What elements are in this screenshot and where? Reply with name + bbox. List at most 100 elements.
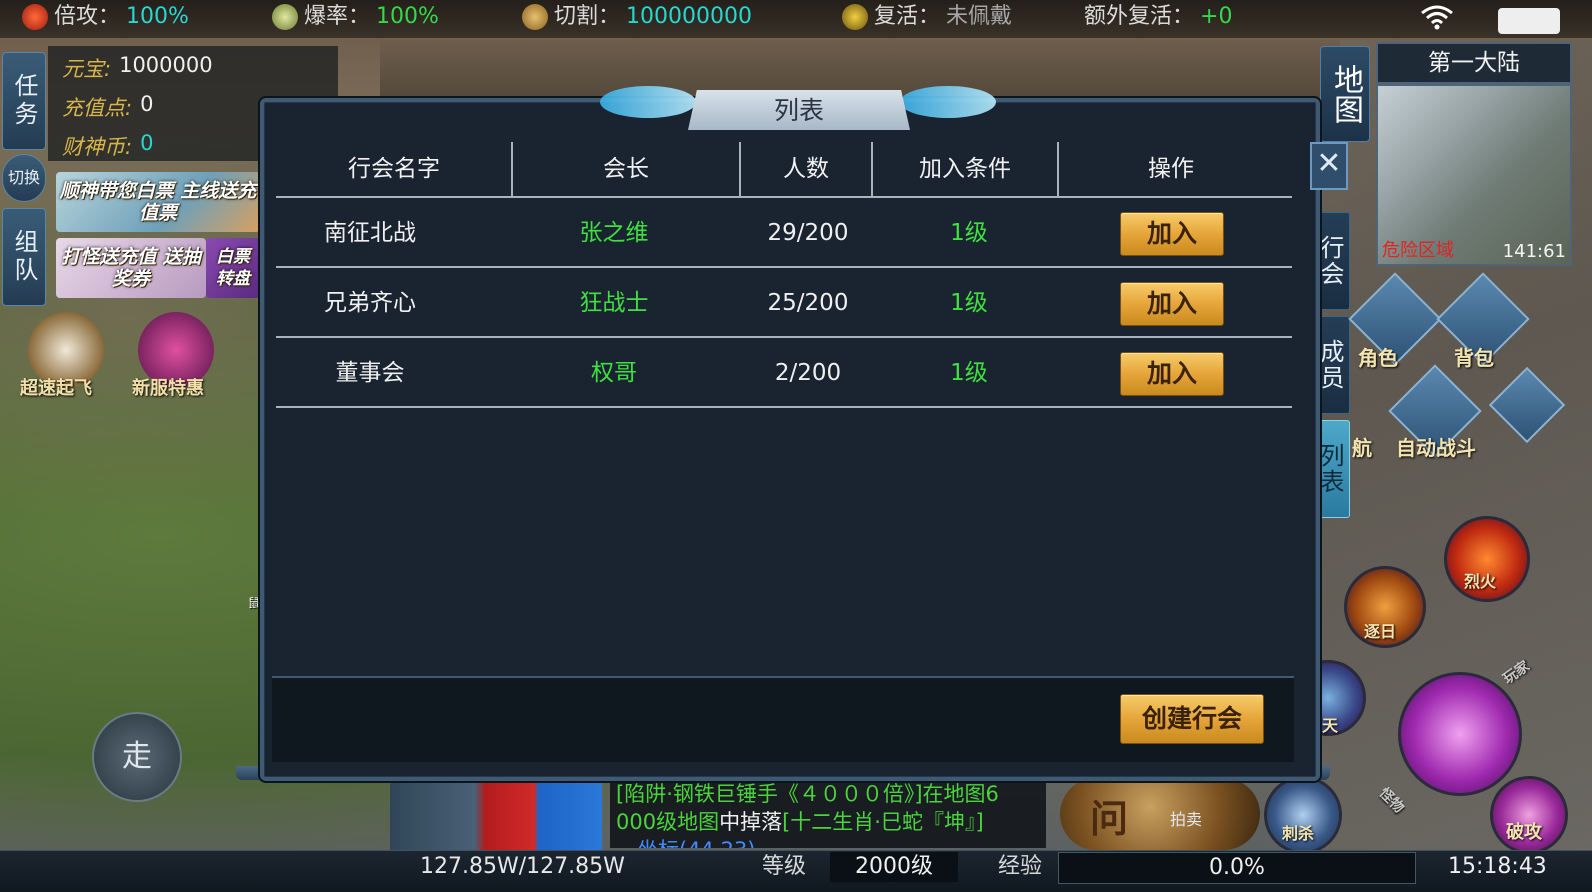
exp-bar: 0.0% xyxy=(1058,852,1416,884)
team-tab[interactable]: 组队 xyxy=(2,208,46,306)
skill-label: 烈火 xyxy=(1464,572,1497,591)
guild-member-count: 25/200 xyxy=(767,290,849,316)
cut-stat: 切割： 100000000 xyxy=(522,0,752,34)
yuanbao-value: 1000000 xyxy=(119,53,213,77)
switch-button[interactable]: 切换 xyxy=(2,154,46,202)
stat-value: 未佩戴 xyxy=(946,4,1013,29)
auction-label[interactable]: 拍卖 xyxy=(1170,806,1202,830)
wealth-label: 财神币: xyxy=(62,135,133,159)
clock: 15:18:43 xyxy=(1448,854,1547,879)
chat-line-1: [陷阱·钢铁巨锤手《４０００倍》]在地图6 xyxy=(616,782,999,806)
create-guild-button[interactable]: 创建行会 xyxy=(1120,694,1264,744)
promo-banner-recharge[interactable]: 打怪送充值 送抽奖券 xyxy=(56,238,206,298)
guild-name: 兄弟齐心 xyxy=(324,290,416,316)
close-button[interactable]: ✕ xyxy=(1310,142,1348,190)
ask-label: 问 xyxy=(1090,797,1129,841)
recharge-label: 充值点: xyxy=(62,96,133,120)
wealth-value: 0 xyxy=(140,131,154,155)
attack-icon xyxy=(22,4,48,30)
table-row: 兄弟齐心 狂战士 25/200 1级 加入 xyxy=(276,268,1292,338)
auto-fight-label: 自动战斗 xyxy=(1396,436,1476,460)
chat-coordinate-link[interactable]: 坐标(44,23) xyxy=(637,838,756,848)
guild-join-condition: 1级 xyxy=(950,360,988,386)
title-wing-right-icon xyxy=(900,86,996,118)
ask-orb[interactable]: 问 拍卖 xyxy=(1060,778,1260,850)
header-leader: 会长 xyxy=(603,156,649,182)
revive-stat: 复活： 未佩戴 xyxy=(842,0,1012,34)
stat-label: 倍攻： xyxy=(54,4,121,29)
guild-join-condition: 1级 xyxy=(950,220,988,246)
exp-label: 经验 xyxy=(998,854,1043,879)
level-value: 2000级 xyxy=(830,852,958,882)
guild-member-count: 29/200 xyxy=(767,220,849,246)
bag-label: 背包 xyxy=(1454,346,1494,370)
stat-label: 切割： xyxy=(554,4,621,29)
main-attack-icon[interactable] xyxy=(1398,672,1522,796)
guild-member-count: 2/200 xyxy=(774,360,842,386)
battery-icon xyxy=(1498,8,1560,34)
top-status-bar: 倍攻： 100% 爆率： 100% 切割： 100000000 复活： 未佩戴 … xyxy=(0,0,1592,38)
chat-map-name: 000级地图 xyxy=(616,810,720,834)
cut-icon xyxy=(522,4,548,30)
recharge-row: 充值点: 0 xyxy=(62,92,153,122)
task-tab[interactable]: 任务 xyxy=(2,52,46,150)
guild-name: 董事会 xyxy=(335,360,405,386)
stat-value: 100000000 xyxy=(626,4,752,29)
walk-toggle-button[interactable]: 走 xyxy=(92,712,182,802)
newserver-label: 新服特惠 xyxy=(132,378,204,399)
yuanbao-row: 元宝: 1000000 xyxy=(62,53,213,83)
stat-value: +0 xyxy=(1200,4,1233,29)
chat-text: 中掉落 xyxy=(719,810,783,834)
stat-value: 100% xyxy=(376,4,439,29)
stat-label: 额外复活： xyxy=(1084,4,1195,29)
nav-label: 航 xyxy=(1352,436,1372,460)
guild-name: 南征北战 xyxy=(324,220,416,246)
chat-text: ， xyxy=(616,838,637,848)
guild-leader: 张之维 xyxy=(579,220,649,246)
yuanbao-label: 元宝: xyxy=(62,57,112,81)
skill-label: 刺杀 xyxy=(1282,824,1315,843)
extra-revive-stat: 额外复活： +0 xyxy=(1084,0,1232,34)
drop-rate-icon xyxy=(272,4,298,30)
chat-log: [陷阱·钢铁巨锤手《４０００倍》]在地图6 000级地图中掉落[十二生肖·巳蛇『… xyxy=(610,780,1046,848)
hp-mp-orb xyxy=(390,778,602,850)
promo-banner-wheel[interactable]: 白票 转盘 xyxy=(206,238,260,298)
minimap[interactable]: 危险区域 141:61 xyxy=(1376,84,1572,266)
fly-label: 超速起飞 xyxy=(20,378,92,399)
header-members: 人数 xyxy=(783,156,829,182)
drop-rate-stat: 爆率： 100% xyxy=(272,0,439,34)
table-row: 董事会 权哥 2/200 1级 加入 xyxy=(276,338,1292,408)
table-header: 行会名字 会长 人数 加入条件 操作 xyxy=(276,140,1292,198)
header-condition: 加入条件 xyxy=(919,156,1011,182)
stat-value: 100% xyxy=(126,4,189,29)
role-label: 角色 xyxy=(1358,346,1398,370)
hp-text: 127.85W/127.85W xyxy=(420,854,625,879)
level-label: 等级 xyxy=(762,854,807,879)
title-wing-left-icon xyxy=(600,86,696,118)
danger-zone-label: 危险区域 xyxy=(1382,240,1454,261)
guild-leader: 权哥 xyxy=(591,360,637,386)
recharge-value: 0 xyxy=(140,92,154,116)
stat-label: 爆率： xyxy=(304,4,371,29)
stat-label: 复活： xyxy=(874,4,941,29)
revive-icon xyxy=(842,4,868,30)
header-guild-name: 行会名字 xyxy=(348,156,440,182)
attack-multiplier-stat: 倍攻： 100% xyxy=(22,0,189,34)
header-action: 操作 xyxy=(1148,156,1194,182)
map-button[interactable]: 地图 xyxy=(1320,46,1370,142)
table-row: 南征北战 张之维 29/200 1级 加入 xyxy=(276,198,1292,268)
modal-title: 列表 xyxy=(688,90,910,130)
player-coords: 141:61 xyxy=(1502,241,1566,262)
join-button[interactable]: 加入 xyxy=(1120,282,1224,326)
promo-banner-ticket[interactable]: 顺神带您白票 主线送充值票 xyxy=(56,172,260,232)
wealth-row: 财神币: 0 xyxy=(62,131,153,161)
skill-label: 破攻 xyxy=(1506,822,1542,843)
skill-label: 逐日 xyxy=(1364,622,1397,641)
map-region-title: 第一大陆 xyxy=(1376,42,1572,84)
guild-leader: 狂战士 xyxy=(579,290,649,316)
chat-item-name: [十二生肖·巳蛇『坤』] xyxy=(782,810,984,834)
guild-join-condition: 1级 xyxy=(950,290,988,316)
wifi-icon xyxy=(1420,4,1454,37)
join-button[interactable]: 加入 xyxy=(1120,212,1224,256)
join-button[interactable]: 加入 xyxy=(1120,352,1224,396)
